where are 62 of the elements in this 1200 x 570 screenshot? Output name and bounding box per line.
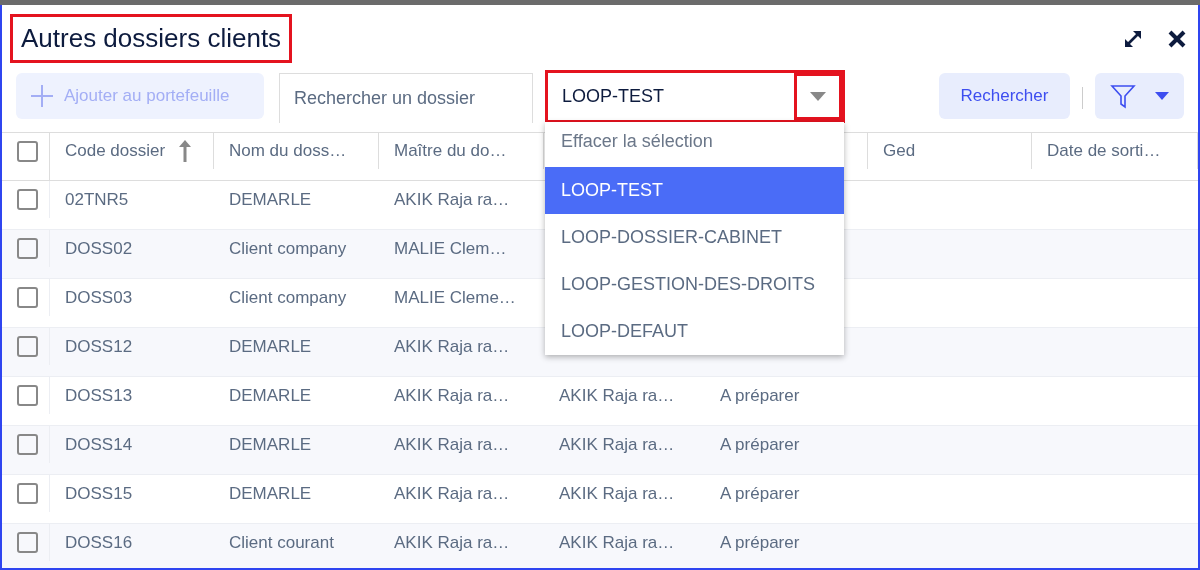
table-cell-text: AKIK Raja ra… bbox=[394, 188, 510, 211]
table-cell-text: DOSS14 bbox=[65, 433, 133, 456]
row-checkbox[interactable] bbox=[17, 286, 38, 308]
search-button[interactable]: Rechercher bbox=[939, 73, 1070, 119]
row-checkbox[interactable] bbox=[17, 188, 38, 210]
table-cell-text: 02TNR5 bbox=[65, 188, 129, 211]
sort-arrow-icon[interactable] bbox=[179, 140, 192, 163]
column-header[interactable]: Date de sorti… bbox=[1047, 138, 1161, 164]
table-cell-text: MALIE Clem… bbox=[394, 237, 507, 260]
column-header[interactable]: Code dossier bbox=[65, 138, 166, 164]
dropdown-option[interactable]: LOOP-DEFAUT bbox=[545, 308, 844, 355]
row-checkbox[interactable] bbox=[17, 482, 38, 504]
close-icon[interactable] bbox=[1168, 29, 1186, 48]
table-cell-text: AKIK Raja ra… bbox=[559, 531, 675, 554]
row-checkbox[interactable] bbox=[17, 335, 38, 357]
table-cell-text: A préparer bbox=[720, 482, 800, 505]
table-cell-text: AKIK Raja ra… bbox=[394, 482, 510, 505]
table-cell-text: DOSS02 bbox=[65, 237, 133, 260]
table-cell-text: AKIK Raja ra… bbox=[394, 335, 510, 358]
caret-icon bbox=[1154, 92, 1169, 100]
table-cell-text: DEMARLE bbox=[229, 335, 312, 358]
table-cell-text: A préparer bbox=[720, 433, 800, 456]
table-cell-text: Client courant bbox=[229, 531, 334, 554]
column-header[interactable]: Maître du do… bbox=[394, 138, 507, 164]
table-cell-text: DOSS15 bbox=[65, 482, 133, 505]
column-header[interactable]: Ged bbox=[883, 138, 916, 164]
table-cell-text: AKIK Raja ra… bbox=[559, 482, 675, 505]
table-cell-text: DOSS13 bbox=[65, 384, 133, 407]
row-checkbox[interactable] bbox=[17, 433, 38, 455]
table-cell-text: Client company bbox=[229, 286, 347, 309]
table-cell-text: DEMARLE bbox=[229, 433, 312, 456]
filter-button[interactable] bbox=[1095, 73, 1184, 119]
table-cell-text: DEMARLE bbox=[229, 482, 312, 505]
table-cell-text: Client company bbox=[229, 237, 347, 260]
table-cell-text: DEMARLE bbox=[229, 384, 312, 407]
plus-icon bbox=[30, 84, 54, 108]
row-checkbox[interactable] bbox=[17, 531, 38, 553]
select-all-checkbox[interactable] bbox=[17, 140, 38, 162]
search-field[interactable]: Rechercher un dossier bbox=[279, 73, 533, 123]
row-checkbox[interactable] bbox=[17, 237, 38, 259]
clear-selection-option[interactable]: Effacer la sélection bbox=[545, 122, 844, 167]
table-cell-text: AKIK Raja ra… bbox=[394, 433, 510, 456]
table-cell-text: DOSS12 bbox=[65, 335, 133, 358]
table-cell-text: AKIK Raja ra… bbox=[559, 433, 675, 456]
column-header[interactable]: Nom du doss… bbox=[229, 138, 347, 164]
table-cell-text: A préparer bbox=[720, 384, 800, 407]
table-cell-text: AKIK Raja ra… bbox=[394, 384, 510, 407]
row-checkbox[interactable] bbox=[17, 384, 38, 406]
dropdown-option[interactable]: LOOP-TEST bbox=[545, 167, 844, 214]
table-cell-text: MALIE Cleme… bbox=[394, 286, 516, 309]
filter-icon bbox=[1110, 83, 1137, 109]
select-field[interactable]: LOOP-TEST bbox=[545, 70, 845, 123]
table-cell-text: DEMARLE bbox=[229, 188, 312, 211]
table-cell-text: DOSS03 bbox=[65, 286, 133, 309]
table-cell-text: A préparer bbox=[720, 531, 800, 554]
table-cell-text: DOSS16 bbox=[65, 531, 133, 554]
caret-icon bbox=[810, 92, 826, 101]
window-title: Autres dossiers clients bbox=[10, 14, 293, 63]
dropdown-option[interactable]: LOOP-DOSSIER-CABINET bbox=[545, 214, 844, 261]
dropdown-option[interactable]: LOOP-GESTION-DES-DROITS bbox=[545, 261, 844, 308]
table-cell-text: AKIK Raja ra… bbox=[559, 384, 675, 407]
table-cell-text: AKIK Raja ra… bbox=[394, 531, 510, 554]
